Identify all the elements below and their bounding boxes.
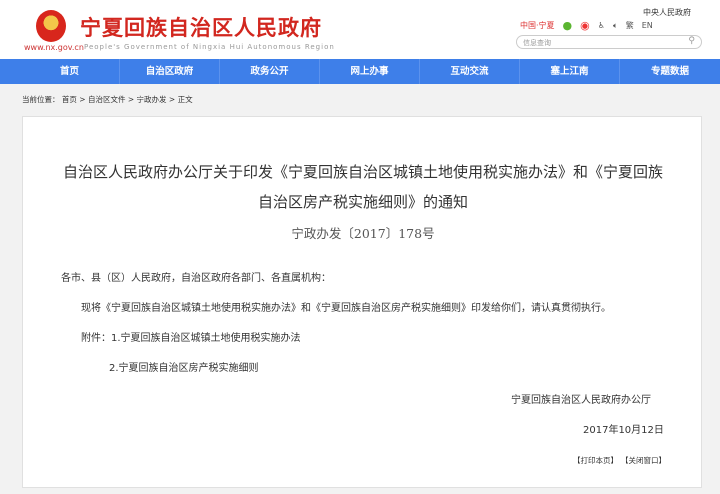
central-gov-link[interactable]: 中央人民政府	[643, 7, 691, 18]
body-text: 现将《宁夏回族自治区城镇土地使用税实施办法》和《宁夏回族自治区房产税实施细则》印…	[81, 303, 611, 314]
search-input[interactable]: 信息查询 ⚲	[516, 35, 702, 49]
nav-interaction[interactable]: 互动交流	[420, 59, 520, 84]
nav-online-services[interactable]: 网上办事	[320, 59, 420, 84]
header-tools: 中国·宁夏 ● ◉ ♿ 🔈︎ 繁 EN	[520, 19, 653, 32]
attachment-1: 附件：1.宁夏回族自治区城镇土地使用税实施办法	[81, 333, 301, 344]
breadcrumb-label: 当前位置：	[22, 95, 60, 104]
speaker-icon[interactable]: 🔈︎	[613, 21, 618, 31]
article-title-line2: 自治区房产税实施细则》的通知	[257, 193, 468, 211]
header: 宁夏回族自治区人民政府 www.nx.gov.cn People's Gover…	[0, 0, 720, 59]
site-url: www.nx.gov.cn	[24, 43, 84, 52]
breadcrumb-ningzhengbanfa[interactable]: 宁政办发	[137, 95, 167, 104]
breadcrumb-current: 正文	[177, 95, 193, 104]
nav-region-gov[interactable]: 自治区政府	[120, 59, 220, 84]
issue-date: 2017年10月12日	[583, 425, 664, 436]
breadcrumb-home[interactable]: 首页	[62, 95, 77, 104]
accessibility-icon[interactable]: ♿	[598, 21, 605, 30]
main-nav: 首页 自治区政府 政务公开 网上办事 互动交流 塞上江南 专题数据	[0, 59, 720, 84]
article-title-line1: 自治区人民政府办公厅关于印发《宁夏回族自治区城镇土地使用税实施办法》和《宁夏回族	[62, 163, 663, 181]
nav-saishang-jiangnan[interactable]: 塞上江南	[520, 59, 620, 84]
breadcrumb: 当前位置： 首页 > 自治区文件 > 宁政办发 > 正文	[22, 95, 193, 104]
china-ningxia-link[interactable]: 中国·宁夏	[520, 20, 555, 31]
breadcrumb-region-docs[interactable]: 自治区文件	[88, 95, 126, 104]
search-icon[interactable]: ⚲	[688, 36, 695, 46]
print-link[interactable]: 【打印本页】	[573, 455, 618, 466]
site-title-en: People's Government of Ningxia Hui Auton…	[84, 43, 335, 51]
search-placeholder: 信息查询	[523, 39, 551, 47]
english-link[interactable]: EN	[642, 21, 653, 30]
doc-number: 宁政办发〔2017〕178号	[291, 226, 435, 241]
issuer: 宁夏回族自治区人民政府办公厅	[511, 395, 651, 406]
nav-gov-affairs[interactable]: 政务公开	[220, 59, 320, 84]
site-title[interactable]: 宁夏回族自治区人民政府	[80, 12, 322, 42]
article-content: 自治区人民政府办公厅关于印发《宁夏回族自治区城镇土地使用税实施办法》和《宁夏回族…	[22, 116, 702, 488]
attachment-2: 2.宁夏回族自治区房产税实施细则	[109, 363, 259, 374]
national-emblem-icon	[36, 10, 66, 42]
close-window-link[interactable]: 【关闭窗口】	[621, 455, 666, 466]
nav-home[interactable]: 首页	[20, 59, 120, 84]
nav-topics-data[interactable]: 专题数据	[620, 59, 720, 84]
salutation: 各市、县（区）人民政府，自治区政府各部门、各直属机构：	[61, 273, 331, 284]
wechat-icon[interactable]: ●	[563, 19, 573, 32]
traditional-chinese-link[interactable]: 繁	[626, 20, 634, 31]
weibo-icon[interactable]: ◉	[580, 19, 590, 32]
